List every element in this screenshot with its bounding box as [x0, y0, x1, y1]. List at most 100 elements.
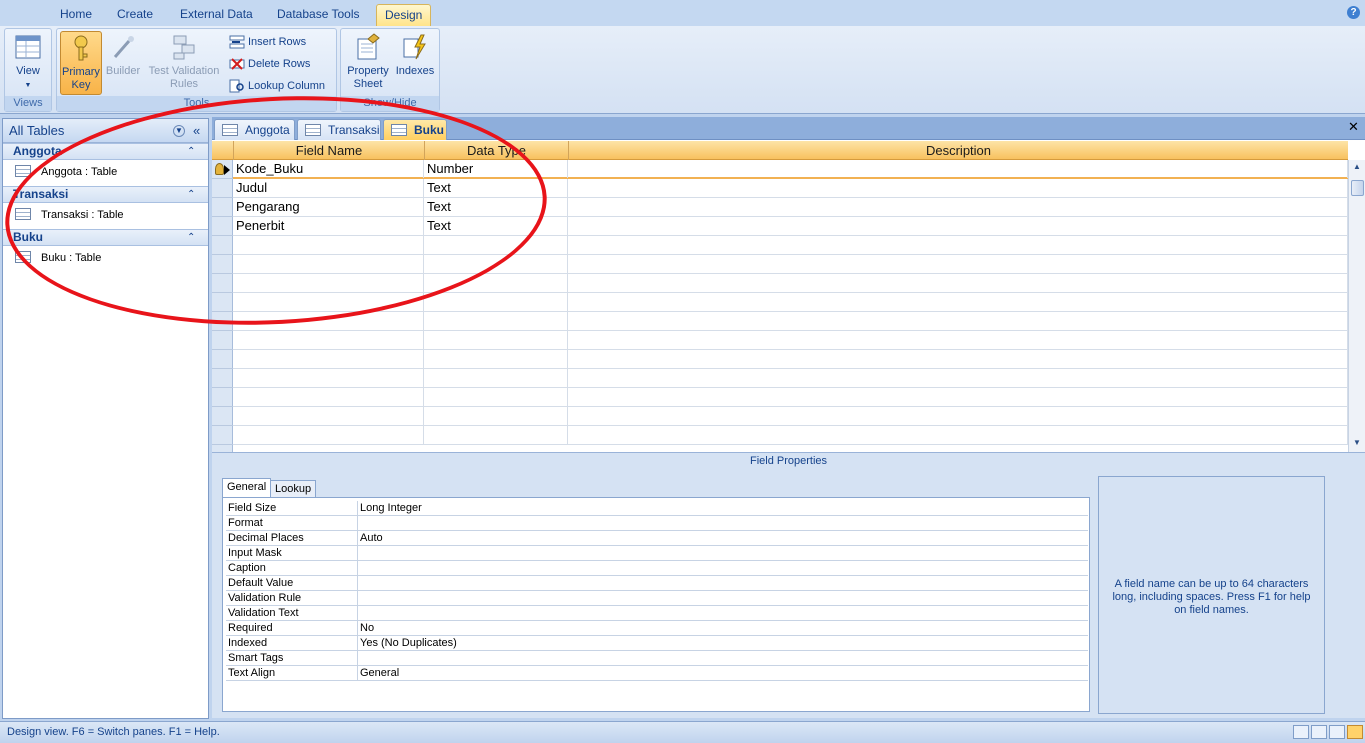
- data-type-cell[interactable]: [424, 274, 568, 292]
- property-value[interactable]: General: [360, 666, 399, 681]
- row-selector[interactable]: [212, 426, 233, 445]
- data-type-cell[interactable]: [424, 331, 568, 349]
- nav-item-transaksi-table[interactable]: Transaksi : Table: [3, 204, 208, 226]
- field-name-cell[interactable]: [233, 331, 424, 349]
- builder-button[interactable]: Builder: [103, 31, 143, 78]
- data-type-cell[interactable]: [424, 350, 568, 368]
- table-row[interactable]: [233, 312, 1348, 331]
- property-row[interactable]: Input Mask: [226, 546, 1088, 561]
- nav-menu-dropdown-icon[interactable]: ▼: [173, 125, 185, 137]
- row-selector[interactable]: [212, 160, 233, 179]
- doc-tab-buku[interactable]: Buku: [383, 119, 447, 140]
- nav-group-anggota[interactable]: Anggota ⌃: [3, 143, 208, 160]
- tab-create[interactable]: Create: [117, 4, 153, 26]
- field-name-cell[interactable]: [233, 255, 424, 273]
- data-type-cell[interactable]: [424, 312, 568, 330]
- table-row[interactable]: [233, 407, 1348, 426]
- table-row[interactable]: [233, 236, 1348, 255]
- data-type-cell[interactable]: Text: [424, 179, 568, 197]
- row-selector[interactable]: [212, 198, 233, 217]
- property-row[interactable]: Validation Rule: [226, 591, 1088, 606]
- data-type-cell[interactable]: Text: [424, 217, 568, 235]
- nav-group-transaksi[interactable]: Transaksi ⌃: [3, 186, 208, 203]
- row-selector[interactable]: [212, 350, 233, 369]
- property-row[interactable]: Indexed Yes (No Duplicates): [226, 636, 1088, 651]
- field-name-cell[interactable]: Judul: [233, 179, 424, 197]
- property-value[interactable]: Long Integer: [360, 501, 422, 516]
- description-cell[interactable]: [568, 274, 1348, 292]
- collapse-group-icon[interactable]: ⌃: [187, 230, 195, 245]
- scroll-down-arrow-icon[interactable]: ▼: [1353, 438, 1361, 447]
- data-type-cell[interactable]: [424, 407, 568, 425]
- nav-header[interactable]: All Tables ▼ «: [3, 119, 208, 143]
- table-row[interactable]: [233, 274, 1348, 293]
- row-selector[interactable]: [212, 274, 233, 293]
- row-selector[interactable]: [212, 255, 233, 274]
- row-selector[interactable]: [212, 293, 233, 312]
- data-type-cell[interactable]: [424, 388, 568, 406]
- table-row[interactable]: [233, 369, 1348, 388]
- description-cell[interactable]: [568, 369, 1348, 387]
- data-type-cell[interactable]: [424, 293, 568, 311]
- pivot-chart-view-icon[interactable]: [1329, 725, 1345, 739]
- property-row[interactable]: Format: [226, 516, 1088, 531]
- table-row[interactable]: [233, 255, 1348, 274]
- nav-item-buku-table[interactable]: Buku : Table: [3, 247, 208, 269]
- close-document-icon[interactable]: ✕: [1348, 119, 1359, 135]
- data-type-cell[interactable]: Text: [424, 198, 568, 216]
- property-row[interactable]: Caption: [226, 561, 1088, 576]
- field-name-cell[interactable]: [233, 236, 424, 254]
- field-name-cell[interactable]: [233, 388, 424, 406]
- field-name-cell[interactable]: [233, 312, 424, 330]
- description-cell[interactable]: [568, 407, 1348, 425]
- description-cell[interactable]: [568, 312, 1348, 330]
- description-cell[interactable]: [568, 426, 1348, 444]
- description-cell[interactable]: [568, 217, 1348, 235]
- property-value[interactable]: No: [360, 621, 374, 636]
- property-row[interactable]: Required No: [226, 621, 1088, 636]
- help-icon[interactable]: ?: [1347, 6, 1360, 19]
- grid-vertical-scrollbar[interactable]: ▲ ▼: [1348, 160, 1365, 452]
- description-cell[interactable]: [568, 331, 1348, 349]
- row-selector[interactable]: [212, 179, 233, 198]
- property-row[interactable]: Default Value: [226, 576, 1088, 591]
- column-header-description[interactable]: Description: [568, 141, 1348, 160]
- doc-tab-transaksi[interactable]: Transaksi: [297, 119, 381, 140]
- nav-item-anggota-table[interactable]: Anggota : Table: [3, 161, 208, 183]
- insert-rows-button[interactable]: Insert Rows: [229, 33, 306, 51]
- property-row[interactable]: Validation Text: [226, 606, 1088, 621]
- table-row[interactable]: Kode_Buku Number: [233, 160, 1348, 179]
- scrollbar-thumb[interactable]: [1351, 180, 1364, 196]
- tab-general[interactable]: General: [222, 478, 272, 498]
- tab-external-data[interactable]: External Data: [180, 4, 253, 26]
- description-cell[interactable]: [568, 179, 1348, 197]
- table-row[interactable]: [233, 331, 1348, 350]
- data-type-cell[interactable]: Number: [424, 160, 568, 178]
- indexes-button[interactable]: Indexes: [393, 31, 437, 78]
- table-row[interactable]: [233, 426, 1348, 445]
- nav-group-buku[interactable]: Buku ⌃: [3, 229, 208, 246]
- property-row[interactable]: Smart Tags: [226, 651, 1088, 666]
- description-cell[interactable]: [568, 255, 1348, 273]
- table-row[interactable]: [233, 350, 1348, 369]
- design-view-icon[interactable]: [1347, 725, 1363, 739]
- tab-lookup[interactable]: Lookup: [270, 480, 317, 498]
- collapse-group-icon[interactable]: ⌃: [187, 144, 195, 159]
- data-type-cell[interactable]: [424, 255, 568, 273]
- field-name-cell[interactable]: Kode_Buku: [233, 160, 424, 178]
- table-row[interactable]: [233, 388, 1348, 407]
- test-validation-rules-button[interactable]: Test Validation Rules: [145, 31, 223, 91]
- column-header-field-name[interactable]: Field Name: [233, 141, 424, 160]
- lookup-column-button[interactable]: Lookup Column: [229, 77, 325, 95]
- description-cell[interactable]: [568, 198, 1348, 216]
- view-button[interactable]: View ▼: [7, 31, 49, 92]
- field-name-cell[interactable]: Penerbit: [233, 217, 424, 235]
- field-name-cell[interactable]: [233, 407, 424, 425]
- field-name-cell[interactable]: [233, 293, 424, 311]
- table-row[interactable]: [233, 293, 1348, 312]
- field-name-cell[interactable]: [233, 350, 424, 368]
- data-type-cell[interactable]: [424, 426, 568, 444]
- table-row[interactable]: Penerbit Text: [233, 217, 1348, 236]
- tab-design[interactable]: Design: [376, 4, 432, 26]
- property-value[interactable]: Auto: [360, 531, 383, 546]
